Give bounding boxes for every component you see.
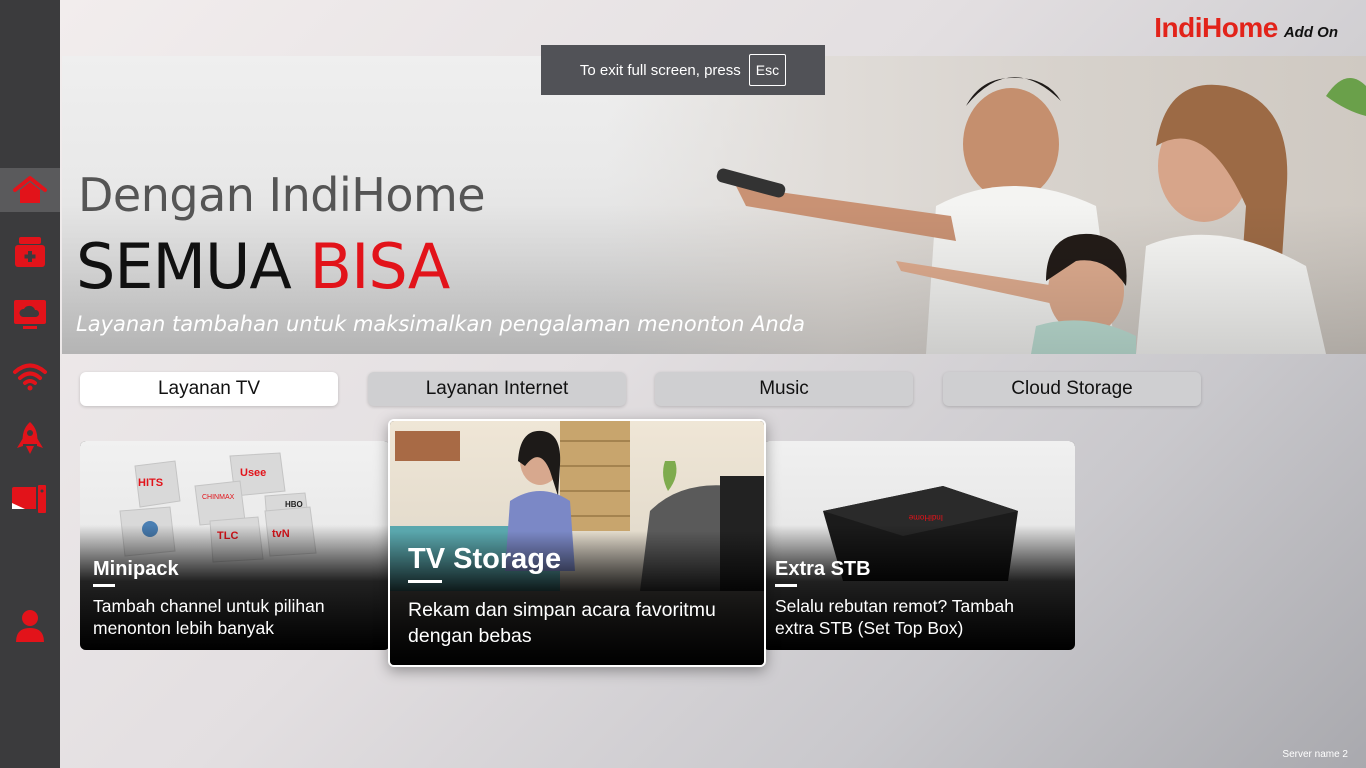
hero-subtitle: Layanan tambahan untuk maksimalkan penga… bbox=[76, 312, 805, 336]
title-underline bbox=[775, 584, 797, 587]
svg-text:CHINMAX: CHINMAX bbox=[202, 494, 235, 501]
indihome-addon-logo: IndiHome Add On bbox=[1154, 12, 1338, 44]
sidebar bbox=[0, 0, 60, 768]
cloud-screen-icon bbox=[14, 300, 46, 329]
tab-cloud-storage[interactable]: Cloud Storage bbox=[943, 372, 1201, 406]
sidebar-item-cloud[interactable] bbox=[0, 292, 60, 336]
server-name: Server name 2 bbox=[1282, 749, 1348, 760]
sidebar-item-internet[interactable] bbox=[0, 354, 60, 398]
card-tv-storage[interactable]: TV Storage Rekam dan simpan acara favori… bbox=[388, 419, 766, 667]
first-aid-box-icon bbox=[15, 237, 45, 267]
card-description: Tambah channel untuk pilihan menonton le… bbox=[93, 596, 325, 638]
card-description: Rekam dan simpan acara favoritmu dengan … bbox=[408, 599, 716, 647]
sidebar-item-profile[interactable] bbox=[0, 604, 60, 648]
tab-layanan-tv[interactable]: Layanan TV bbox=[80, 372, 338, 406]
user-icon bbox=[16, 610, 44, 642]
svg-text:IndiHome: IndiHome bbox=[908, 513, 943, 522]
tab-music[interactable]: Music bbox=[655, 372, 913, 406]
home-icon bbox=[13, 176, 47, 203]
svg-text:Usee: Usee bbox=[240, 467, 266, 479]
card-minipack[interactable]: HITS Usee CHINMAX HBO TLC tvN Minipack T… bbox=[80, 441, 390, 650]
sidebar-item-addon-box[interactable] bbox=[0, 230, 60, 274]
wifi-icon bbox=[13, 363, 47, 391]
hero-title-red: BISA bbox=[309, 230, 451, 303]
esc-key-badge: Esc bbox=[748, 54, 787, 86]
title-underline bbox=[93, 584, 115, 587]
devices-icon bbox=[12, 483, 48, 515]
logo-brand: IndiHome bbox=[1154, 12, 1278, 43]
card-description: Selalu rebutan remot? Tambah extra STB (… bbox=[775, 596, 1014, 638]
title-underline bbox=[408, 580, 442, 583]
logo-addon: Add On bbox=[1283, 24, 1338, 41]
card-title: Extra STB bbox=[775, 558, 871, 580]
sidebar-item-boost[interactable] bbox=[0, 416, 60, 460]
hero-title-black: SEMUA bbox=[76, 230, 310, 303]
hero-heading: Dengan IndiHome bbox=[78, 168, 486, 222]
rocket-icon bbox=[17, 422, 43, 454]
toast-text: To exit full screen, press bbox=[579, 61, 741, 79]
card-extra-stb[interactable]: IndiHome Extra STB Selalu rebutan remot?… bbox=[763, 441, 1075, 650]
sidebar-item-devices[interactable] bbox=[0, 476, 60, 520]
fullscreen-exit-toast: To exit full screen, press Esc bbox=[541, 45, 825, 95]
hero-banner: Dengan IndiHome SEMUA BISA Layanan tamba… bbox=[62, 56, 1366, 354]
hero-title: SEMUA BISA bbox=[76, 230, 451, 303]
tab-layanan-internet[interactable]: Layanan Internet bbox=[368, 372, 626, 406]
card-title: Minipack bbox=[93, 558, 179, 580]
svg-text:HBO: HBO bbox=[285, 500, 303, 509]
sidebar-item-home[interactable] bbox=[0, 168, 60, 212]
svg-text:HITS: HITS bbox=[138, 477, 163, 489]
card-title: TV Storage bbox=[408, 543, 562, 575]
